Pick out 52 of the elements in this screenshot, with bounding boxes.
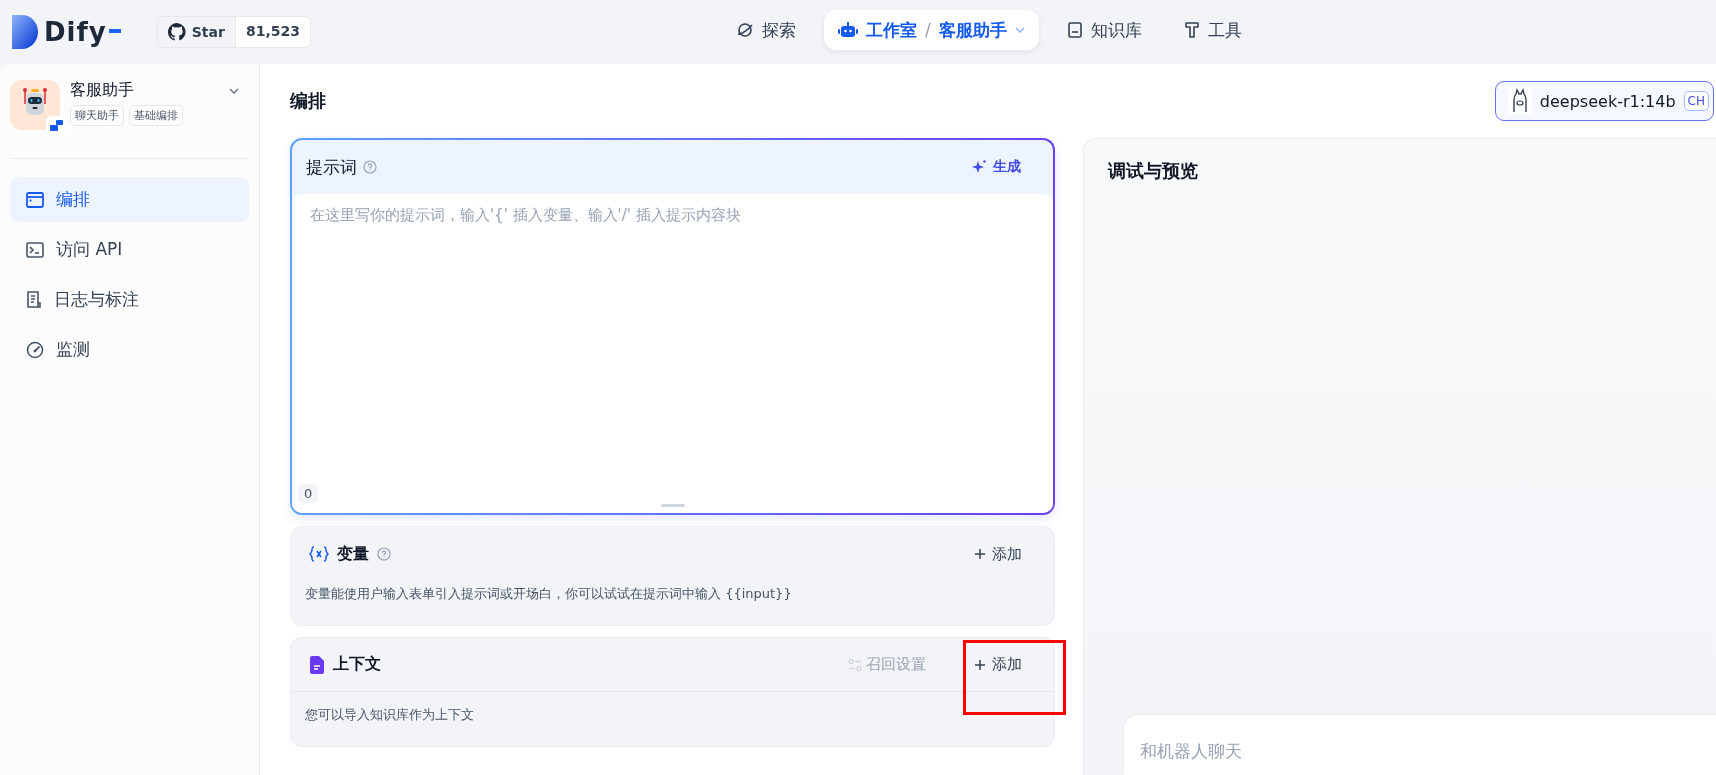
section-description: 您可以导入知识库作为上下文 [304, 706, 475, 724]
document-icon [309, 655, 325, 674]
app-name: 客服助手 [70, 80, 134, 101]
generate-button[interactable]: 生成 [965, 157, 1027, 177]
plus-icon [974, 658, 986, 671]
breadcrumb-separator: / [925, 20, 931, 40]
character-count: 0 [298, 484, 319, 503]
panel-title: 调试与预览 [1108, 159, 1199, 183]
nav-tab[interactable]: 知识库 [1052, 10, 1156, 50]
chevron-down-icon[interactable] [229, 87, 239, 94]
add-button[interactable]: 添加 [968, 543, 1028, 565]
planet-icon [736, 21, 754, 39]
section-title: 变量 [337, 543, 369, 565]
help-icon [377, 547, 391, 561]
sidebar-item[interactable]: 访问 API [10, 227, 249, 272]
model-selector[interactable]: deepseek-r1:14b CH [1494, 81, 1714, 121]
chat-input[interactable]: 和机器人聊天 [1124, 715, 1716, 775]
llama-icon [1507, 88, 1532, 114]
help-icon [363, 160, 377, 174]
app-tag: 基础编排 [129, 105, 183, 126]
chevron-down-icon [1014, 27, 1025, 33]
sparkle-icon [971, 159, 987, 175]
page-title: 编排 [290, 89, 326, 113]
sidebar-item[interactable]: 编排 [10, 177, 249, 222]
logo-icon [12, 15, 38, 49]
book-icon [1066, 21, 1083, 39]
nav-tab[interactable]: 探索 [722, 10, 810, 50]
cursor-icon [108, 29, 121, 33]
model-badge: CH [1683, 91, 1709, 111]
variable-icon [309, 546, 329, 562]
plus-icon [974, 548, 986, 560]
hammer-icon [1183, 21, 1200, 39]
github-star-button[interactable]: Star 81,523 [156, 16, 311, 48]
section-description: 变量能使用户输入表单引入提示词或开场白，你可以试试在提示词中输入 {{input}} [304, 585, 793, 603]
section-title: 提示词 [306, 155, 357, 179]
add-button[interactable]: 添加 [968, 654, 1028, 675]
nav-tab[interactable]: 工具 [1169, 10, 1256, 50]
github-icon [167, 23, 186, 41]
logo-text: Dify [44, 17, 107, 47]
section-title: 上下文 [333, 654, 381, 675]
prompt-field[interactable]: 在这里写你的提示词，输入'{' 插入变量、输入'/' 插入提示内容块 0 [292, 194, 1053, 513]
terminal-icon [26, 241, 44, 258]
sliders-icon [848, 657, 862, 672]
sidebar-item[interactable]: 监测 [10, 327, 249, 372]
window-icon [26, 191, 44, 208]
nav-tab[interactable]: 工作室 / 客服助手 [824, 10, 1039, 50]
gauge-icon [26, 340, 44, 359]
sidebar-item[interactable]: 日志与标注 [10, 277, 249, 322]
document-icon [26, 290, 42, 309]
robot-icon [838, 21, 858, 39]
app-tag: 聊天助手 [70, 105, 124, 126]
resize-handle[interactable] [660, 504, 685, 507]
